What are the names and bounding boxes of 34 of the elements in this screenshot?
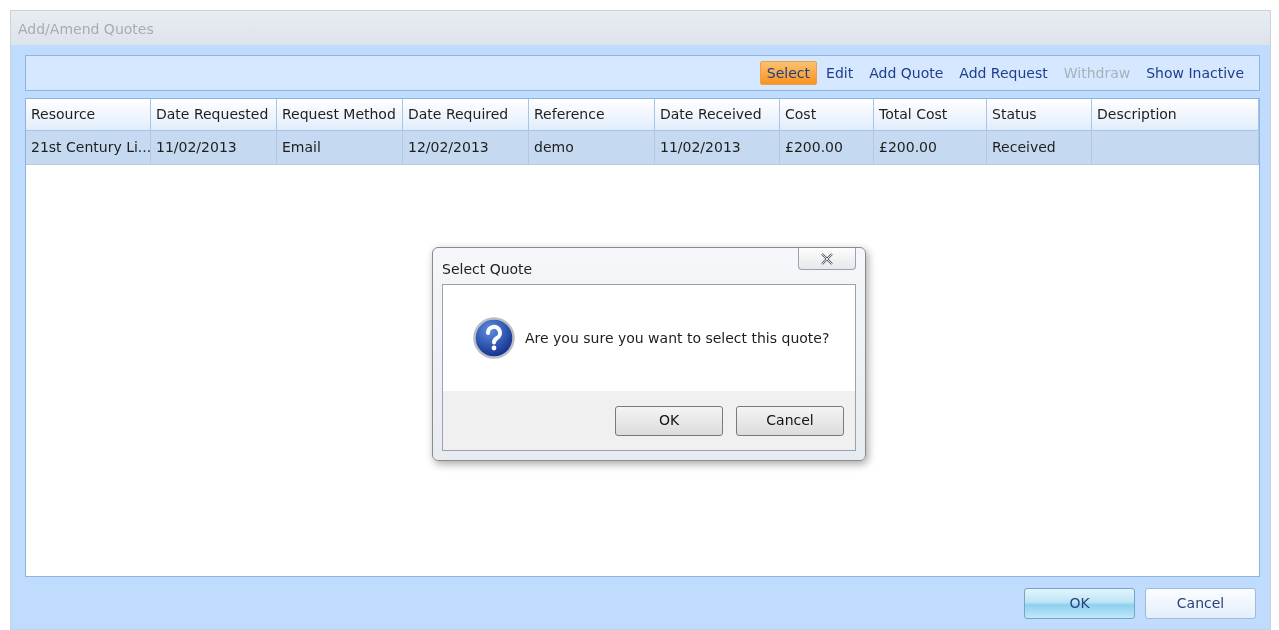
column-header[interactable]: Total Cost bbox=[874, 99, 987, 131]
table-cell: 21st Century Li... bbox=[26, 131, 151, 165]
column-header[interactable]: Cost bbox=[780, 99, 874, 131]
toolbar-button[interactable]: Add Request bbox=[952, 60, 1055, 86]
column-header[interactable]: Date Required bbox=[403, 99, 529, 131]
table-cell: £200.00 bbox=[874, 131, 987, 165]
ok-button[interactable]: OK bbox=[1024, 587, 1135, 619]
toolbar-button[interactable]: Select bbox=[759, 60, 818, 86]
column-header[interactable]: Reference bbox=[529, 99, 655, 131]
close-icon bbox=[820, 252, 834, 265]
toolbar-button[interactable]: Add Quote bbox=[862, 60, 951, 86]
column-header[interactable]: Status bbox=[987, 99, 1092, 131]
table-cell: 11/02/2013 bbox=[151, 131, 277, 165]
table-cell: £200.00 bbox=[780, 131, 874, 165]
table-cell: Email bbox=[277, 131, 403, 165]
column-header[interactable]: Request Method bbox=[277, 99, 403, 131]
toolbar-button[interactable]: Edit bbox=[819, 60, 861, 86]
column-header[interactable]: Resource bbox=[26, 99, 151, 131]
close-button[interactable] bbox=[798, 248, 856, 270]
column-header[interactable]: Date Requested bbox=[151, 99, 277, 131]
table-cell: 11/02/2013 bbox=[655, 131, 780, 165]
cancel-button[interactable]: Cancel bbox=[1145, 587, 1256, 619]
table-cell: demo bbox=[529, 131, 655, 165]
question-icon bbox=[473, 317, 515, 359]
dialog-message: Are you sure you want to select this quote? bbox=[525, 328, 830, 348]
ok-button[interactable]: OK bbox=[615, 405, 723, 436]
table-cell: 12/02/2013 bbox=[403, 131, 529, 165]
dialog-title: Select Quote bbox=[442, 259, 533, 279]
toolbar-button[interactable]: Show Inactive bbox=[1139, 60, 1251, 86]
table-cell: Received bbox=[987, 131, 1092, 165]
window-title: Add/Amend Quotes bbox=[11, 11, 1270, 45]
column-header[interactable]: Date Received bbox=[655, 99, 780, 131]
column-header[interactable]: Description bbox=[1092, 99, 1259, 131]
cancel-button[interactable]: Cancel bbox=[736, 405, 844, 436]
